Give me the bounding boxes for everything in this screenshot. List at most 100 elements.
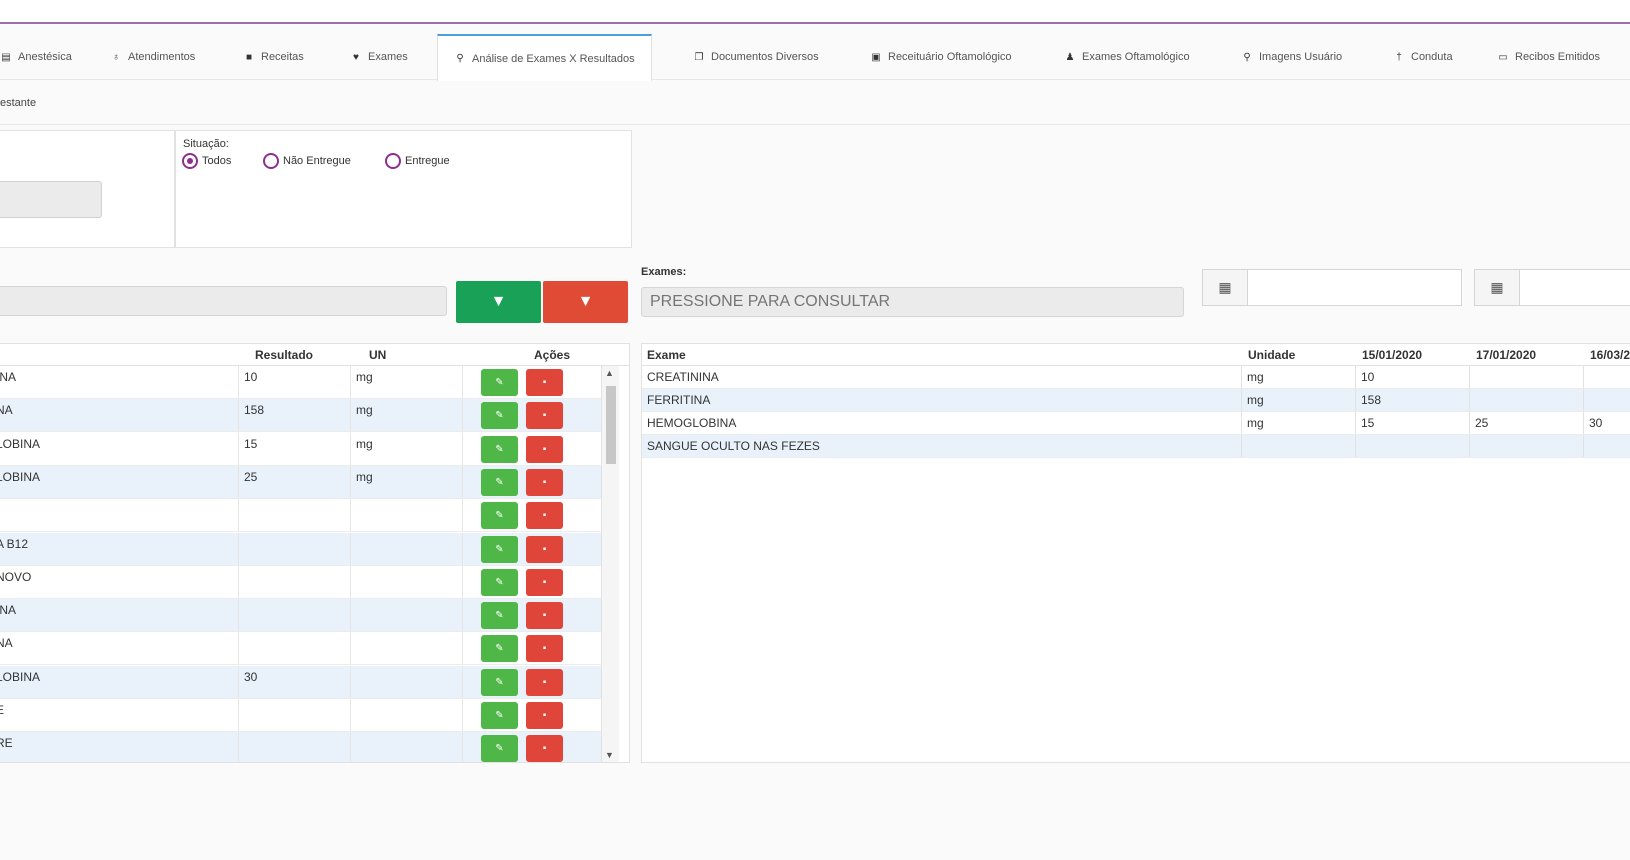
delete-button[interactable]: ▪	[526, 735, 563, 762]
pencil-icon: ✎	[495, 410, 504, 422]
tab-exames[interactable]: ♥ Exames	[350, 34, 408, 80]
calendar-icon[interactable]: ▦	[1475, 270, 1520, 305]
edit-button[interactable]: ✎	[481, 602, 518, 630]
cell-exame	[0, 499, 239, 532]
pencil-icon: ✎	[495, 377, 504, 388]
cell-resultado	[239, 699, 351, 731]
calendar-icon[interactable]: ▦	[1203, 270, 1248, 305]
date-from-input[interactable]	[1248, 270, 1461, 305]
header-date-1: 15/01/2020	[1362, 348, 1423, 362]
table-row: CREATININA mg 10	[642, 366, 1630, 389]
header-acoes: Ações	[534, 348, 571, 362]
edit-button[interactable]: ✎	[481, 402, 518, 430]
edit-button[interactable]: ✎	[481, 369, 518, 396]
edit-button[interactable]: ✎	[481, 502, 518, 530]
header-unidade: Unidade	[1248, 348, 1296, 362]
tab-receituario-oftamologico[interactable]: ▣ Receituário Oftamológico	[870, 34, 1012, 80]
header-exame: Exame	[647, 348, 686, 362]
tab-label: Atendimentos	[128, 51, 196, 63]
pencil-icon: ✎	[495, 576, 504, 588]
situacao-panel	[175, 130, 632, 248]
cell-resultado: 10	[239, 366, 351, 398]
delete-button[interactable]: ▪	[526, 668, 563, 696]
edit-button[interactable]: ✎	[481, 468, 518, 496]
tab-imagens-usuario[interactable]: ⚲ Imagens Usuário	[1241, 34, 1342, 80]
delete-button[interactable]: ▪	[526, 502, 563, 530]
edit-button[interactable]: ✎	[481, 702, 518, 729]
clear-filter-button[interactable]: ▼	[543, 281, 628, 323]
scrollbar[interactable]: ▲ ▼	[601, 366, 619, 762]
results-table: Resultado UN Ações INA10mg✎▪NA158mg✎▪LOB…	[0, 343, 630, 763]
book-icon: ▣	[871, 51, 881, 63]
date-to-input[interactable]	[1520, 270, 1630, 305]
delete-button[interactable]: ▪	[526, 602, 563, 630]
cell-date-3	[1584, 389, 1630, 411]
cell-resultado: 30	[239, 665, 351, 698]
subtab-estante[interactable]: estante	[0, 97, 36, 109]
filter-input[interactable]	[0, 181, 102, 218]
edit-button[interactable]: ✎	[481, 635, 518, 663]
delete-button[interactable]: ▪	[526, 402, 563, 430]
delete-button[interactable]: ▪	[526, 435, 563, 463]
pin-icon: †	[1396, 51, 1402, 63]
exam-search-input[interactable]	[0, 286, 447, 316]
delete-button[interactable]: ▪	[526, 635, 563, 663]
radio-entregue[interactable]: Entregue	[385, 153, 450, 169]
scroll-up-icon[interactable]: ▲	[605, 368, 614, 378]
date-to-field[interactable]: ▦	[1474, 269, 1630, 306]
trash-icon: ▪	[542, 476, 547, 488]
table-row: LOBINA 25 mg ✎ ▪	[0, 465, 611, 499]
tab-receitas[interactable]: ■ Receitas	[243, 34, 304, 80]
copy-icon: ❐	[694, 51, 704, 63]
table-row: NOVO ✎ ▪	[0, 565, 611, 599]
edit-button[interactable]: ✎	[481, 668, 518, 696]
cell-un: mg	[351, 366, 463, 398]
radio-todos[interactable]: Todos	[182, 153, 231, 169]
apply-filter-button[interactable]: ▼	[456, 281, 541, 323]
trash-icon: ▪	[542, 543, 547, 555]
scroll-down-icon[interactable]: ▼	[605, 750, 614, 760]
cell-exame: NA	[0, 399, 239, 432]
table-row: LOBINA 30 ✎ ▪	[0, 665, 611, 699]
tab-label: Recibos Emitidos	[1515, 51, 1600, 63]
tab-conduta[interactable]: † Conduta	[1393, 34, 1452, 80]
tab-atendimentos[interactable]: ♁ Atendimentos	[110, 34, 195, 80]
tab-exames-oftamologico[interactable]: ♟ Exames Oftamológico	[1064, 34, 1190, 80]
tab-recibos-emitidos[interactable]: ▭ Recibos Emitidos	[1497, 34, 1600, 80]
pencil-icon: ✎	[495, 743, 504, 755]
tab-anestesica[interactable]: ▤ Anestésica	[0, 34, 72, 80]
scroll-thumb[interactable]	[606, 386, 616, 464]
radio-nao-entregue[interactable]: Não Entregue	[263, 153, 351, 169]
edit-button[interactable]: ✎	[481, 435, 518, 463]
date-from-field[interactable]: ▦	[1202, 269, 1462, 306]
delete-button[interactable]: ▪	[526, 702, 563, 729]
table-row: NA158mg ✎ ▪	[0, 399, 611, 433]
pencil-icon: ✎	[495, 543, 504, 555]
trash-icon: ▪	[542, 510, 547, 522]
search-icon: ⚲	[1243, 51, 1251, 63]
edit-button[interactable]: ✎	[481, 735, 518, 762]
delete-button[interactable]: ▪	[526, 369, 563, 396]
delete-button[interactable]: ▪	[526, 568, 563, 596]
exames-input[interactable]	[641, 287, 1184, 317]
pencil-icon: ✎	[495, 476, 504, 488]
cell-date-3	[1584, 366, 1630, 388]
tab-documentos-diversos[interactable]: ❐ Documentos Diversos	[693, 34, 819, 80]
trash-icon: ▪	[542, 410, 547, 422]
cell-un	[351, 632, 463, 665]
header-date-2: 17/01/2020	[1476, 348, 1537, 362]
cell-exame: HEMOGLOBINA	[642, 412, 1242, 434]
tab-label: Exames	[368, 51, 408, 63]
pencil-icon: ✎	[495, 610, 504, 622]
pencil-icon: ✎	[495, 643, 504, 655]
pencil-icon: ✎	[495, 510, 504, 522]
delete-button[interactable]: ▪	[526, 535, 563, 563]
delete-button[interactable]: ▪	[526, 468, 563, 496]
tab-label: Receituário Oftamológico	[888, 51, 1012, 63]
tab-analise-exames[interactable]: ⚲ Análise de Exames X Resultados	[437, 34, 652, 81]
edit-button[interactable]: ✎	[481, 568, 518, 596]
radio-label: Não Entregue	[283, 155, 351, 167]
cell-unidade: mg	[1242, 366, 1356, 388]
tab-label: Anestésica	[18, 51, 72, 63]
edit-button[interactable]: ✎	[481, 535, 518, 563]
